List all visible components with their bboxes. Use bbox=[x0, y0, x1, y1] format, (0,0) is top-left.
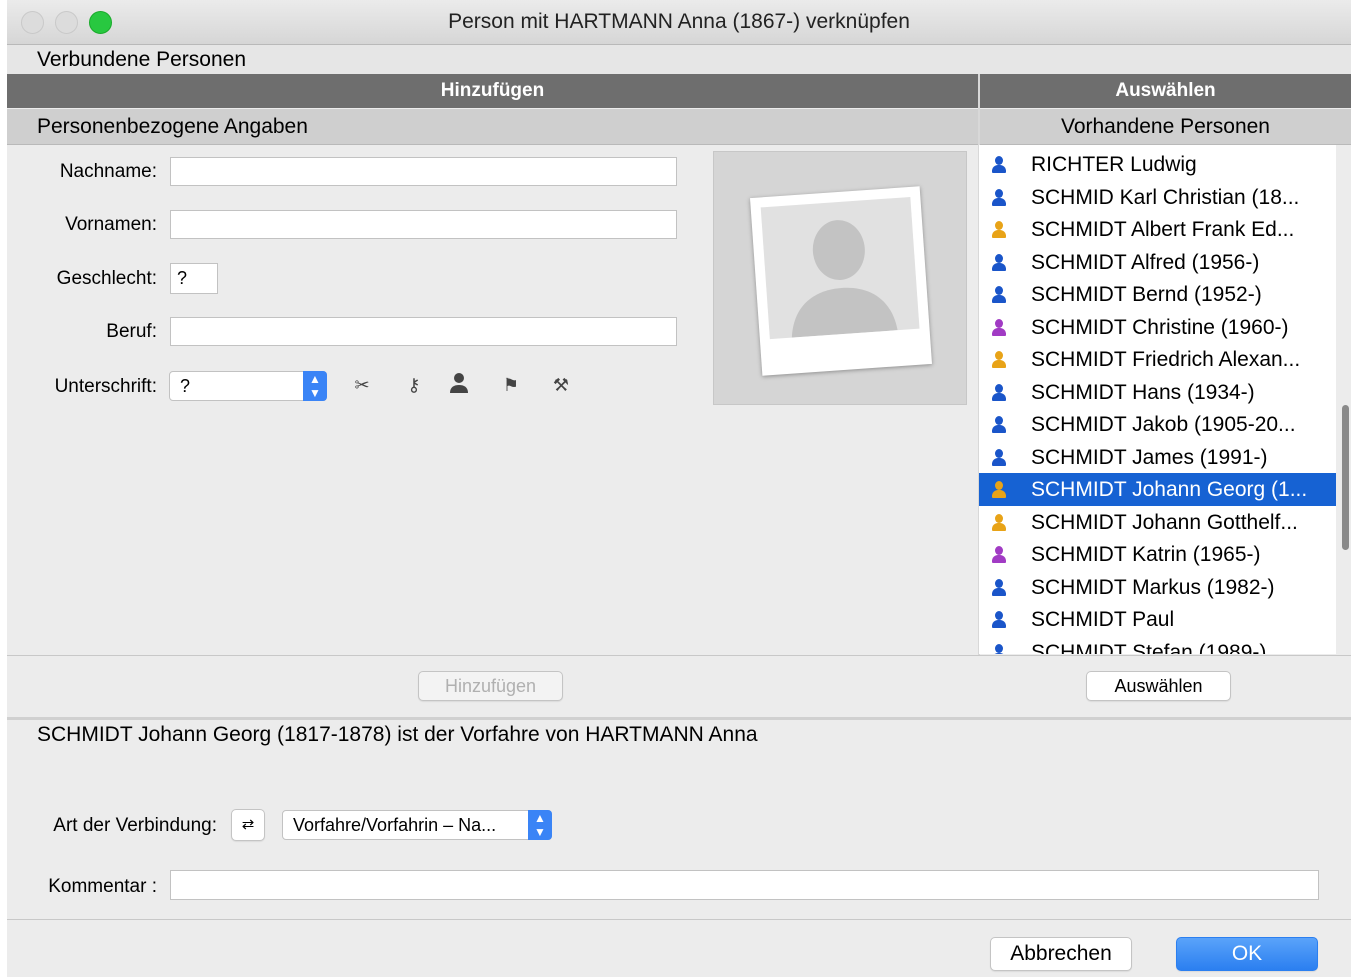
person-name: SCHMIDT Christine (1960-) bbox=[1031, 315, 1289, 339]
list-scrollbar[interactable] bbox=[1342, 405, 1349, 550]
linked-persons-title: Verbundene Personen bbox=[37, 48, 247, 71]
person-name: SCHMIDT Johann Georg (1... bbox=[1031, 478, 1308, 501]
list-item[interactable]: SCHMIDT Bernd (1952-) bbox=[979, 278, 1336, 311]
linked-persons-header: Verbundene Personen bbox=[7, 45, 1351, 75]
person-name: SCHMIDT Albert Frank Ed... bbox=[1031, 218, 1295, 241]
person-name: SCHMIDT Jakob (1905-20... bbox=[1031, 413, 1296, 436]
relation-type-label: Art der Verbindung: bbox=[53, 815, 217, 836]
list-item[interactable]: SCHMIDT Jakob (1905-20... bbox=[979, 408, 1336, 441]
relation-summary: SCHMIDT Johann Georg (1817-1878) ist der… bbox=[37, 723, 758, 746]
personal-data-header: Personenbezogene Angaben bbox=[7, 109, 978, 145]
person-name: SCHMIDT Katrin (1965-) bbox=[1031, 543, 1261, 566]
person-icon bbox=[991, 448, 1007, 467]
person-name: SCHMIDT Paul bbox=[1031, 608, 1175, 631]
person-name: SCHMIDT Johann Gotthelf... bbox=[1031, 510, 1298, 534]
person-icon bbox=[991, 188, 1007, 207]
relation-separator bbox=[7, 717, 1351, 720]
list-item[interactable]: SCHMID Karl Christian (18... bbox=[979, 181, 1336, 214]
tab-add[interactable]: Hinzufügen bbox=[7, 74, 978, 108]
flag-icon[interactable]: ⚑ bbox=[499, 372, 523, 398]
person-icon bbox=[991, 481, 1007, 499]
list-item[interactable]: SCHMIDT James (1991-) bbox=[979, 441, 1336, 474]
relation-type-select[interactable]: Vorfahre/Vorfahrin – Na... ▲ ▼ bbox=[282, 810, 552, 840]
person-icon bbox=[991, 253, 1007, 272]
person-name: SCHMIDT Markus (1982-) bbox=[1031, 575, 1275, 599]
scissors-icon[interactable]: ✂ bbox=[350, 372, 374, 398]
unterschrift-label: Unterschrift: bbox=[54, 376, 157, 397]
signature-select[interactable]: ? ▲ ▼ bbox=[169, 371, 327, 401]
vornamen-label: Vornamen: bbox=[65, 214, 157, 235]
person-name: SCHMIDT Friedrich Alexan... bbox=[1031, 348, 1301, 371]
beruf-label: Beruf: bbox=[106, 321, 157, 342]
person-name: SCHMIDT Hans (1934-) bbox=[1031, 380, 1255, 404]
cancel-button[interactable]: Abbrechen bbox=[990, 937, 1132, 971]
list-item[interactable]: SCHMIDT Johann Georg (1... bbox=[979, 473, 1336, 506]
existing-persons-list[interactable]: RICHTER Ludwig SCHMID Karl Christian (18.… bbox=[979, 145, 1336, 654]
list-item[interactable]: SCHMIDT Markus (1982-) bbox=[979, 571, 1336, 604]
list-item[interactable]: RICHTER Ludwig bbox=[979, 148, 1336, 181]
person-name: RICHTER Ludwig bbox=[1031, 153, 1197, 176]
swap-direction-icon[interactable]: ⇄ bbox=[231, 809, 265, 841]
tab-select[interactable]: Auswählen bbox=[980, 74, 1351, 108]
select-arrows-icon: ▲ ▼ bbox=[528, 810, 552, 840]
geschlecht-label: Geschlecht: bbox=[56, 268, 157, 289]
person-name: SCHMID Karl Christian (18... bbox=[1031, 185, 1300, 209]
person-icon bbox=[991, 611, 1007, 629]
personal-data-title: Personenbezogene Angaben bbox=[37, 115, 308, 138]
person-icon bbox=[991, 351, 1007, 369]
list-item[interactable]: SCHMIDT Stefan (1989-) bbox=[979, 636, 1336, 655]
window-title: Person mit HARTMANN Anna (1867-) verknüp… bbox=[448, 10, 910, 33]
add-button[interactable]: Hinzufügen bbox=[418, 671, 563, 701]
hammer-icon[interactable]: ⚒ bbox=[549, 372, 573, 398]
list-item[interactable]: SCHMIDT Johann Gotthelf... bbox=[979, 506, 1336, 539]
top-separator bbox=[7, 655, 1351, 656]
select-arrows-icon: ▲ ▼ bbox=[303, 371, 327, 401]
comment-label: Kommentar : bbox=[48, 876, 157, 897]
footer-separator bbox=[7, 919, 1351, 920]
select-button[interactable]: Auswählen bbox=[1086, 671, 1231, 701]
person-icon bbox=[991, 318, 1007, 337]
list-item[interactable]: SCHMIDT Hans (1934-) bbox=[979, 376, 1336, 409]
signature-select-value: ? bbox=[180, 376, 191, 396]
list-item[interactable]: SCHMIDT Christine (1960-) bbox=[979, 311, 1336, 344]
list-item[interactable]: SCHMIDT Albert Frank Ed... bbox=[979, 213, 1336, 246]
nachname-label: Nachname: bbox=[59, 161, 157, 182]
title-bar: Person mit HARTMANN Anna (1867-) verknüp… bbox=[7, 0, 1351, 45]
dialog-window: Person mit HARTMANN Anna (1867-) verknüp… bbox=[7, 0, 1351, 977]
person-icon bbox=[991, 546, 1007, 564]
list-item[interactable]: SCHMIDT Friedrich Alexan... bbox=[979, 343, 1336, 376]
person-name: SCHMIDT Bernd (1952-) bbox=[1031, 283, 1262, 306]
vornamen-field[interactable] bbox=[170, 210, 677, 239]
person-silhouette-icon[interactable] bbox=[447, 372, 471, 398]
existing-persons-header: Vorhandene Personen bbox=[980, 109, 1351, 145]
ok-button[interactable]: OK bbox=[1176, 937, 1318, 971]
person-name: SCHMIDT Stefan (1989-) bbox=[1031, 640, 1267, 655]
list-item[interactable]: SCHMIDT Alfred (1956-) bbox=[979, 246, 1336, 279]
person-icon bbox=[991, 416, 1007, 434]
person-name: SCHMIDT James (1991-) bbox=[1031, 445, 1268, 469]
person-icon bbox=[991, 156, 1007, 174]
nachname-field[interactable] bbox=[170, 157, 677, 186]
person-icon bbox=[991, 286, 1007, 304]
list-item[interactable]: SCHMIDT Katrin (1965-) bbox=[979, 538, 1336, 571]
gender-field[interactable]: ? bbox=[170, 263, 218, 294]
person-icon bbox=[991, 513, 1007, 532]
photo-well[interactable] bbox=[713, 151, 967, 405]
person-icon bbox=[991, 221, 1007, 239]
relation-type-value: Vorfahre/Vorfahrin – Na... bbox=[293, 815, 497, 835]
photo-placeholder-icon bbox=[749, 186, 933, 376]
person-icon bbox=[991, 383, 1007, 402]
comment-field[interactable] bbox=[170, 870, 1319, 900]
key-cross-icon[interactable]: ⚷ bbox=[402, 372, 426, 398]
person-icon bbox=[991, 578, 1007, 597]
beruf-field[interactable] bbox=[170, 317, 677, 346]
person-name: SCHMIDT Alfred (1956-) bbox=[1031, 250, 1260, 274]
list-item[interactable]: SCHMIDT Paul bbox=[979, 603, 1336, 636]
person-icon bbox=[991, 643, 1007, 654]
